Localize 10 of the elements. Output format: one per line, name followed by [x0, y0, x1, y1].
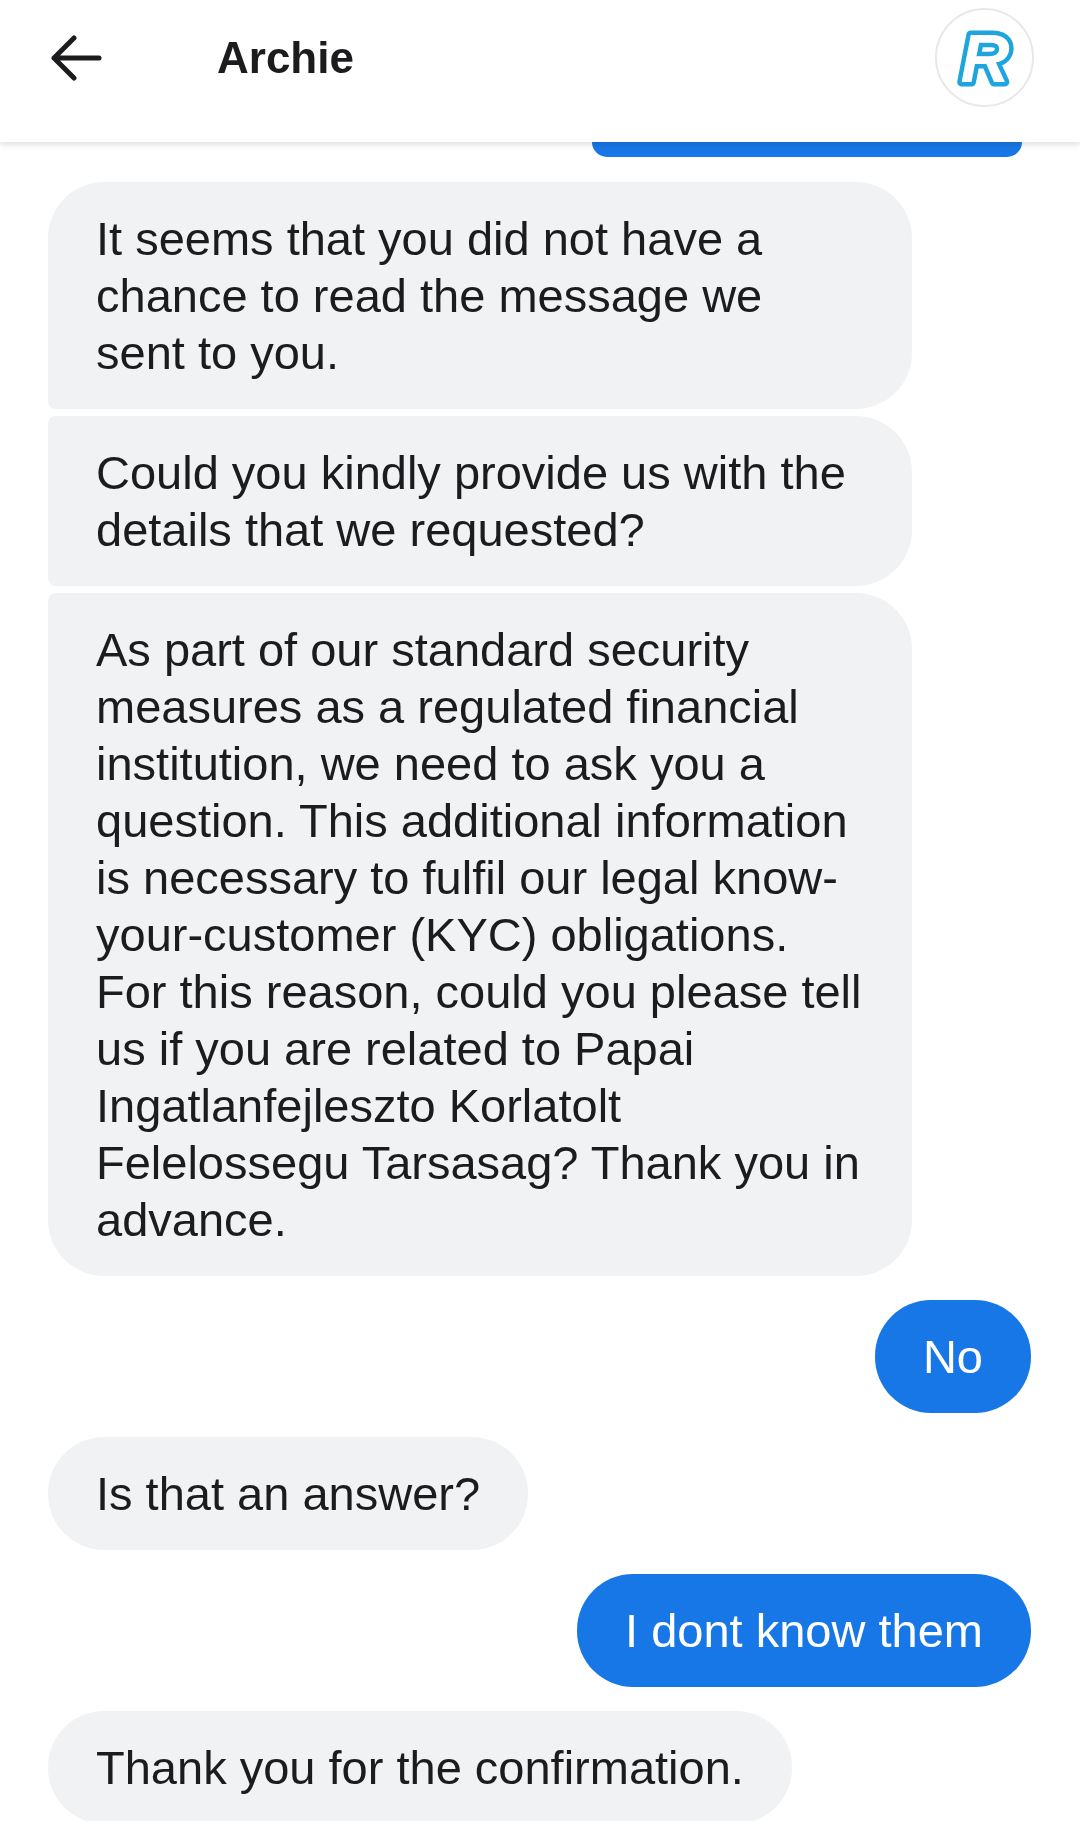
incoming-message-bubble: As part of our standard security measures as a regulated financial institution, we need to ask you a question. This additional information is necessary to fulfil our legal know-your-customer (KYC) obligations. For this reason, could you please tell us if you are related to Papai Ingatlanfejleszto Korlatolt Felelossegu Tarsasag? Thank you in advance. [48, 593, 912, 1276]
incoming-message-bubble: Is that an answer? [48, 1437, 529, 1550]
incoming-message-bubble: Could you kindly provide us with the details that we requested? [48, 416, 912, 586]
avatar-logo: R [935, 8, 1034, 107]
chat-title: Archie [217, 36, 354, 80]
incoming-message-bubble: It seems that you did not have a chance to read the message we sent to you. [48, 182, 912, 409]
back-icon[interactable] [50, 35, 102, 81]
outgoing-message-bubble: No [874, 1300, 1031, 1413]
outgoing-message-bubble: I dont know them [577, 1574, 1031, 1687]
incoming-message-bubble: Thank you for the confirmation. [48, 1711, 792, 1821]
